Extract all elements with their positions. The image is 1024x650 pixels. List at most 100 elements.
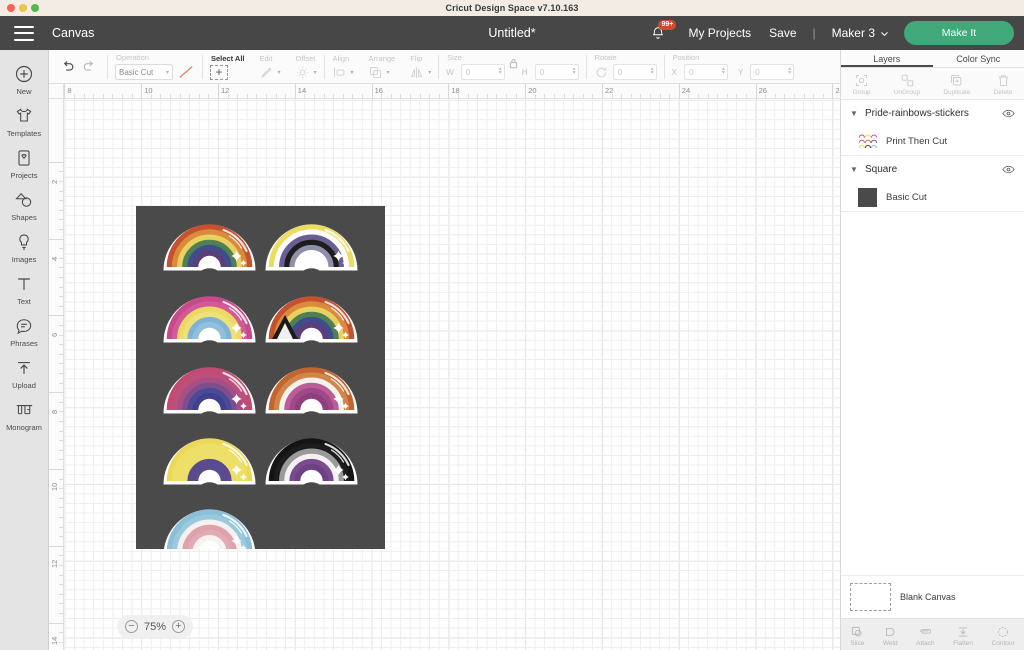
- layer-row-print-then-cut[interactable]: Print Then Cut: [841, 127, 1024, 155]
- stepper-icon[interactable]: ▴ ▾: [651, 66, 654, 76]
- chevron-down-icon[interactable]: ▾: [428, 69, 431, 76]
- duplicate-button[interactable]: Duplicate: [943, 73, 970, 96]
- rail-item-shapes[interactable]: Shapes: [0, 184, 49, 226]
- ruler-minor-tick: [59, 373, 63, 374]
- size-w-input[interactable]: 0 ▴ ▾: [460, 64, 505, 80]
- canvas-settings-card[interactable]: Blank Canvas: [841, 575, 1024, 618]
- rail-item-new[interactable]: New: [0, 58, 49, 100]
- tab-layers[interactable]: Layers: [841, 50, 933, 67]
- ungroup-button[interactable]: UnGroup: [894, 73, 920, 96]
- flatten-label: Flatten: [953, 639, 974, 647]
- size-h-input[interactable]: 0 ▴ ▾: [534, 64, 579, 80]
- rotate-caption: Rotate: [594, 53, 617, 62]
- layer-group-header[interactable]: ▼ Pride-rainbows-stickers: [841, 100, 1024, 127]
- rail-item-monogram[interactable]: Monogram: [0, 394, 49, 436]
- weld-button[interactable]: Weld: [883, 625, 898, 647]
- ruler-minor-tick: [774, 94, 776, 98]
- select-all-caption[interactable]: Select All: [210, 54, 245, 63]
- align-icon[interactable]: [332, 65, 347, 80]
- lock-icon[interactable]: [508, 57, 519, 70]
- attach-button[interactable]: Attach: [916, 625, 935, 647]
- arrange-icon[interactable]: [368, 65, 383, 80]
- ruler-minor-tick: [621, 94, 623, 98]
- rail-item-templates[interactable]: Templates: [0, 100, 49, 142]
- position-x-input[interactable]: 0 ▴ ▾: [683, 64, 728, 80]
- chevron-down-icon[interactable]: ▾: [314, 69, 317, 76]
- artboard-square[interactable]: [136, 206, 385, 556]
- panel-tab-bar: Layers Color Sync: [841, 50, 1024, 68]
- chevron-down-icon[interactable]: ▼: [850, 109, 860, 118]
- minus-circle-icon[interactable]: −: [125, 620, 138, 633]
- bisexual-rainbow[interactable]: [163, 367, 256, 414]
- rail-item-images[interactable]: Images: [0, 226, 49, 268]
- notifications-button[interactable]: 99+: [647, 20, 677, 46]
- ruler-tick: [755, 84, 757, 99]
- chevron-down-icon[interactable]: ▾: [278, 69, 281, 76]
- operation-select[interactable]: Basic Cut ▾: [115, 64, 173, 80]
- rail-label-projects: Projects: [10, 171, 38, 180]
- select-all-icon[interactable]: +: [210, 64, 228, 80]
- plus-circle-icon[interactable]: +: [172, 620, 186, 633]
- rail-item-upload[interactable]: Upload: [0, 352, 49, 394]
- ruler-minor-tick: [688, 94, 690, 98]
- asexual-rainbow[interactable]: [265, 438, 358, 485]
- chevron-down-icon[interactable]: ▼: [850, 165, 860, 174]
- transgender-rainbow[interactable]: [163, 509, 256, 556]
- pencil-icon[interactable]: [259, 65, 274, 80]
- ruler-minor-tick: [208, 94, 210, 98]
- rail-item-projects[interactable]: Projects: [0, 142, 49, 184]
- machine-selector[interactable]: Maker 3: [832, 26, 889, 40]
- flatten-button[interactable]: Flatten: [953, 625, 973, 647]
- offset-gear-icon[interactable]: [295, 65, 310, 80]
- duplicate-icon: [951, 75, 962, 86]
- chevron-down-icon[interactable]: ▾: [351, 69, 354, 76]
- gay-pride-rainbow[interactable]: [163, 224, 256, 271]
- pride-rainbow-sticker-set[interactable]: [136, 206, 385, 556]
- redo-button[interactable]: [78, 56, 100, 78]
- rail-item-text[interactable]: Text: [0, 268, 49, 310]
- canvas-label[interactable]: Canvas: [52, 26, 94, 40]
- layer-row-basic-cut[interactable]: Basic Cut: [841, 183, 1024, 211]
- pansexual-rainbow[interactable]: [163, 296, 256, 343]
- position-y-input[interactable]: 0 ▴ ▾: [750, 64, 795, 80]
- text-t-icon: [18, 278, 30, 290]
- flip-icon[interactable]: [409, 65, 424, 80]
- ruler-minor-tick: [59, 603, 63, 605]
- stepper-icon[interactable]: ▴ ▾: [722, 66, 725, 76]
- nonbinary-rainbow[interactable]: [265, 224, 358, 271]
- diagonal-line-icon[interactable]: [177, 64, 195, 80]
- contour-button[interactable]: Contour: [992, 625, 1015, 647]
- lesbian-rainbow[interactable]: [265, 367, 358, 414]
- save-button[interactable]: Save: [769, 26, 796, 40]
- ruler-minor-tick: [59, 296, 63, 298]
- ruler-minor-tick: [381, 94, 383, 98]
- layer-group-header[interactable]: ▼ Square: [841, 156, 1024, 183]
- delete-button[interactable]: Delete: [994, 73, 1012, 96]
- eye-icon[interactable]: [1002, 109, 1015, 118]
- intersex-rainbow[interactable]: [163, 438, 256, 485]
- group-button[interactable]: Group: [853, 73, 871, 96]
- color-swatch: [858, 187, 877, 207]
- hamburger-icon[interactable]: [14, 25, 34, 41]
- rotate-input[interactable]: 0 ▴ ▾: [612, 64, 657, 80]
- stepper-icon[interactable]: ▴ ▾: [499, 66, 502, 76]
- chevron-down-icon[interactable]: ▾: [387, 69, 390, 76]
- tab-color-sync[interactable]: Color Sync: [933, 50, 1024, 67]
- design-canvas[interactable]: 810121416182022242628 2 4 6 8 10 12 14 − 75% +: [49, 84, 840, 650]
- my-projects-link[interactable]: My Projects: [688, 26, 751, 40]
- undo-button[interactable]: [56, 56, 78, 78]
- rail-item-phrases[interactable]: Phrases: [0, 310, 49, 352]
- make-it-button[interactable]: Make It: [904, 21, 1014, 45]
- ruler-minor-tick: [59, 286, 63, 288]
- stepper-icon[interactable]: ▴ ▾: [573, 66, 576, 76]
- trash-icon: [998, 75, 1008, 86]
- stepper-icon[interactable]: ▴ ▾: [788, 66, 791, 76]
- slice-label: Slice: [850, 639, 865, 647]
- progress-pride-rainbow[interactable]: [265, 296, 358, 343]
- ruler-minor-tick: [59, 382, 63, 384]
- eye-icon[interactable]: [1002, 165, 1015, 174]
- ruler-minor-tick: [352, 94, 354, 98]
- rotate-icon[interactable]: [594, 65, 609, 80]
- edit-caption: Edit: [259, 53, 273, 63]
- slice-button[interactable]: Slice: [850, 625, 864, 647]
